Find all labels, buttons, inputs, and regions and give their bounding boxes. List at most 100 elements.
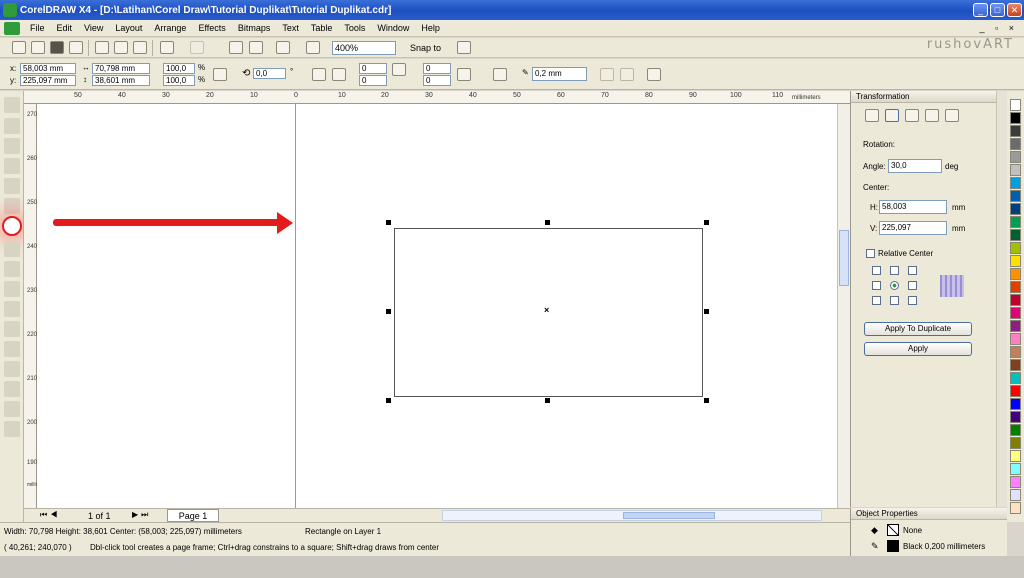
- zoom-level-select[interactable]: 400%: [332, 41, 396, 55]
- palette-swatch[interactable]: [1010, 502, 1021, 514]
- palette-swatch[interactable]: [1010, 99, 1021, 111]
- palette-swatch[interactable]: [1010, 229, 1021, 241]
- palette-swatch[interactable]: [1010, 177, 1021, 189]
- palette-swatch[interactable]: [1010, 125, 1021, 137]
- scale-tab-icon[interactable]: [905, 109, 919, 122]
- to-back-icon[interactable]: [620, 68, 634, 81]
- lock-ratio-icon[interactable]: [213, 68, 227, 81]
- rotate-tab-icon[interactable]: [885, 109, 899, 122]
- wrap-text-icon[interactable]: [493, 68, 507, 81]
- snap-to-dropdown[interactable]: Snap to: [410, 43, 441, 53]
- palette-swatch[interactable]: [1010, 411, 1021, 423]
- round-corner-lock-icon[interactable]: [392, 63, 406, 76]
- menu-layout[interactable]: Layout: [109, 23, 148, 33]
- cut-icon[interactable]: [95, 41, 109, 54]
- save-icon[interactable]: [50, 41, 64, 54]
- menu-window[interactable]: Window: [371, 23, 415, 33]
- pick-tool-icon[interactable]: [4, 97, 20, 113]
- position-tab-icon[interactable]: [865, 109, 879, 122]
- anchor-checkbox[interactable]: [872, 281, 881, 290]
- anchor-checkbox[interactable]: [872, 296, 881, 305]
- application-launcher-icon[interactable]: [276, 41, 290, 54]
- menu-text[interactable]: Text: [276, 23, 305, 33]
- palette-swatch[interactable]: [1010, 398, 1021, 410]
- selection-handle[interactable]: [545, 220, 550, 225]
- anchor-checkbox[interactable]: [890, 266, 899, 275]
- palette-swatch[interactable]: [1010, 437, 1021, 449]
- open-icon[interactable]: [31, 41, 45, 54]
- vertical-scrollbar[interactable]: [837, 104, 850, 508]
- convert-to-curves-icon[interactable]: [647, 68, 661, 81]
- palette-swatch[interactable]: [1010, 372, 1021, 384]
- options-icon[interactable]: [457, 41, 471, 54]
- smart-fill-tool-icon[interactable]: [4, 198, 20, 214]
- selection-handle[interactable]: [545, 398, 550, 403]
- ellipse-tool-icon[interactable]: [4, 241, 20, 257]
- x-position-field[interactable]: 58,003 mm: [20, 63, 76, 74]
- selection-handle[interactable]: [386, 220, 391, 225]
- corner-top-left-field[interactable]: 0: [359, 63, 387, 74]
- corner-bottom-left-field[interactable]: 0: [359, 75, 387, 86]
- export-icon[interactable]: [249, 41, 263, 54]
- y-position-field[interactable]: 225,097 mm: [20, 75, 76, 86]
- menu-table[interactable]: Table: [305, 23, 339, 33]
- corner-top-right-field[interactable]: 0: [423, 63, 451, 74]
- rectangle-tool-icon[interactable]: [2, 216, 22, 236]
- palette-swatch[interactable]: [1010, 476, 1021, 488]
- palette-swatch[interactable]: [1010, 333, 1021, 345]
- polygon-tool-icon[interactable]: [4, 261, 20, 277]
- anchor-checkbox[interactable]: [908, 266, 917, 275]
- height-field[interactable]: 38,601 mm: [92, 75, 150, 86]
- rotation-angle-field[interactable]: 0,0: [253, 68, 286, 79]
- menu-view[interactable]: View: [78, 23, 109, 33]
- corner-bottom-right-field[interactable]: 0: [423, 75, 451, 86]
- document-window-controls[interactable]: _ ▫ ×: [980, 23, 1018, 33]
- freehand-tool-icon[interactable]: [4, 178, 20, 194]
- zoom-tool-icon[interactable]: [4, 158, 20, 174]
- palette-swatch[interactable]: [1010, 294, 1021, 306]
- palette-swatch[interactable]: [1010, 268, 1021, 280]
- menu-bitmaps[interactable]: Bitmaps: [232, 23, 277, 33]
- crop-tool-icon[interactable]: [4, 138, 20, 154]
- selection-handle[interactable]: [386, 309, 391, 314]
- new-icon[interactable]: [12, 41, 26, 54]
- table-tool-icon[interactable]: [4, 321, 20, 337]
- anchor-checkbox[interactable]: [908, 296, 917, 305]
- palette-swatch[interactable]: [1010, 216, 1021, 228]
- maximize-button[interactable]: □: [990, 3, 1005, 17]
- horizontal-scroll-thumb[interactable]: [623, 512, 715, 519]
- dimension-tool-icon[interactable]: [4, 341, 20, 357]
- palette-swatch[interactable]: [1010, 151, 1021, 163]
- relative-center-checkbox[interactable]: [866, 249, 875, 258]
- width-field[interactable]: 70,798 mm: [92, 63, 150, 74]
- palette-swatch[interactable]: [1010, 463, 1021, 475]
- menu-edit[interactable]: Edit: [51, 23, 79, 33]
- palette-swatch[interactable]: [1010, 450, 1021, 462]
- page-tab[interactable]: Page 1: [167, 509, 219, 522]
- menu-file[interactable]: File: [24, 23, 51, 33]
- palette-swatch[interactable]: [1010, 164, 1021, 176]
- anchor-checkbox[interactable]: [890, 296, 899, 305]
- import-icon[interactable]: [229, 41, 243, 54]
- center-h-field[interactable]: 58,003: [879, 200, 947, 214]
- vertical-scroll-thumb[interactable]: [839, 230, 849, 286]
- shape-tool-icon[interactable]: [4, 118, 20, 134]
- interactive-fill-tool-icon[interactable]: [4, 421, 20, 437]
- menu-arrange[interactable]: Arrange: [148, 23, 192, 33]
- palette-swatch[interactable]: [1010, 346, 1021, 358]
- palette-swatch[interactable]: [1010, 424, 1021, 436]
- text-tool-icon[interactable]: [4, 301, 20, 317]
- palette-swatch[interactable]: [1010, 489, 1021, 501]
- outline-width-select[interactable]: 0,2 mm: [532, 67, 587, 81]
- corner-lock-icon[interactable]: [457, 68, 471, 81]
- anchor-checkbox[interactable]: [872, 266, 881, 275]
- redo-icon[interactable]: [190, 41, 204, 54]
- paste-icon[interactable]: [133, 41, 147, 54]
- selection-handle[interactable]: [386, 398, 391, 403]
- copy-icon[interactable]: [114, 41, 128, 54]
- basic-shapes-tool-icon[interactable]: [4, 281, 20, 297]
- horizontal-scrollbar[interactable]: [442, 510, 822, 521]
- menu-effects[interactable]: Effects: [192, 23, 231, 33]
- fill-tool-icon[interactable]: [4, 401, 20, 417]
- palette-swatch[interactable]: [1010, 307, 1021, 319]
